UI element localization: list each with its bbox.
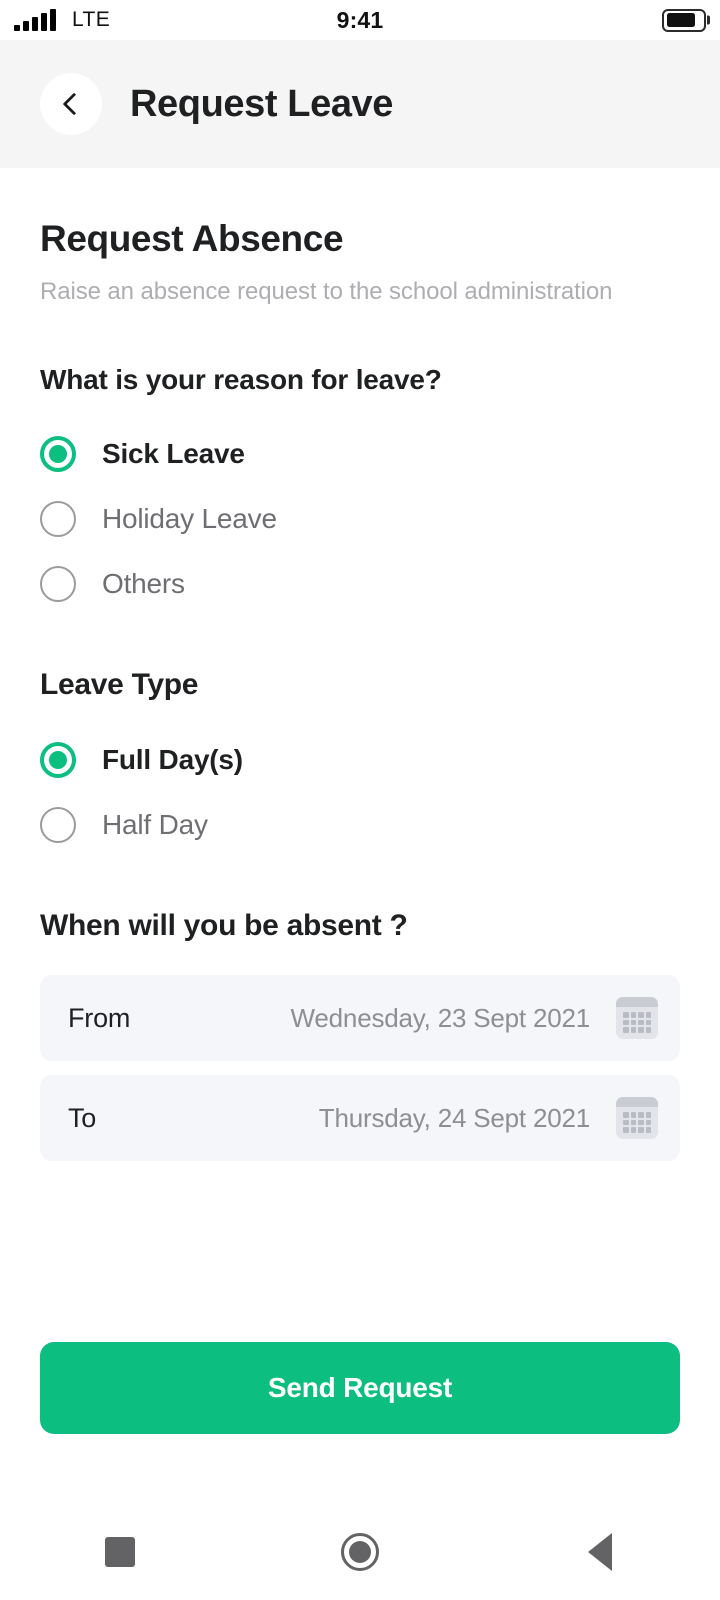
send-request-label: Send Request — [267, 1372, 453, 1403]
nav-back-button[interactable] — [480, 1504, 720, 1600]
date-range-fields: From Wednesday, 23 Sept 2021 To Thursday… — [40, 975, 680, 1161]
date-field-label: From — [68, 1002, 131, 1033]
page-subtitle: Raise an absence request to the school a… — [40, 278, 613, 305]
date-field-from[interactable]: From Wednesday, 23 Sept 2021 — [40, 975, 680, 1061]
radio-indicator-unselected[interactable] — [40, 566, 76, 602]
radio-label: Half Day — [102, 809, 208, 840]
radio-option-full-day[interactable]: Full Day(s) — [40, 728, 680, 792]
status-bar: LTE 9:41 — [0, 0, 720, 40]
phone-screen: LTE 9:41 Request Leave Request Absence R… — [0, 0, 720, 1600]
leave-type-radio-group: Full Day(s) Half Day — [40, 728, 680, 857]
battery-icon — [662, 8, 710, 32]
status-bar-clock: 9:41 — [336, 6, 384, 33]
date-field-value: Thursday, 24 Sept 2021 — [318, 1102, 590, 1133]
circle-home-icon — [341, 1533, 379, 1571]
calendar-icon[interactable] — [616, 1097, 658, 1139]
radio-indicator-unselected[interactable] — [40, 501, 76, 537]
radio-indicator-unselected[interactable] — [40, 807, 76, 843]
page-title: Request Absence — [40, 218, 344, 259]
radio-label: Others — [102, 568, 185, 599]
chevron-left-icon — [62, 92, 85, 116]
leave-type-heading: Leave Type — [40, 668, 199, 701]
app-bar-title: Request Leave — [130, 82, 394, 125]
android-nav-bar — [0, 1504, 720, 1600]
calendar-icon[interactable] — [616, 997, 658, 1039]
back-button[interactable] — [40, 73, 102, 135]
radio-label: Sick Leave — [102, 438, 245, 469]
main-content: Request Absence Raise an absence request… — [0, 168, 720, 1600]
radio-option-holiday-leave[interactable]: Holiday Leave — [40, 487, 680, 551]
radio-option-half-day[interactable]: Half Day — [40, 793, 680, 857]
square-recents-icon — [105, 1537, 135, 1567]
nav-recents-button[interactable] — [0, 1504, 240, 1600]
date-field-label: To — [68, 1102, 97, 1133]
status-bar-right — [662, 0, 710, 40]
triangle-back-icon — [588, 1533, 612, 1571]
reason-question: What is your reason for leave? — [40, 364, 442, 395]
radio-indicator-selected[interactable] — [40, 436, 76, 472]
date-field-value: Wednesday, 23 Sept 2021 — [290, 1002, 591, 1033]
date-field-to[interactable]: To Thursday, 24 Sept 2021 — [40, 1075, 680, 1161]
radio-indicator-selected[interactable] — [40, 742, 76, 778]
radio-label: Holiday Leave — [102, 503, 277, 534]
reason-radio-group: Sick Leave Holiday Leave Others — [40, 422, 680, 616]
nav-home-button[interactable] — [240, 1504, 480, 1600]
radio-option-sick-leave[interactable]: Sick Leave — [40, 422, 680, 486]
send-request-button[interactable]: Send Request — [40, 1342, 680, 1434]
dates-heading: When will you be absent ? — [40, 909, 408, 942]
radio-label: Full Day(s) — [102, 744, 243, 775]
app-bar: Request Leave — [0, 40, 720, 168]
radio-option-others[interactable]: Others — [40, 552, 680, 616]
